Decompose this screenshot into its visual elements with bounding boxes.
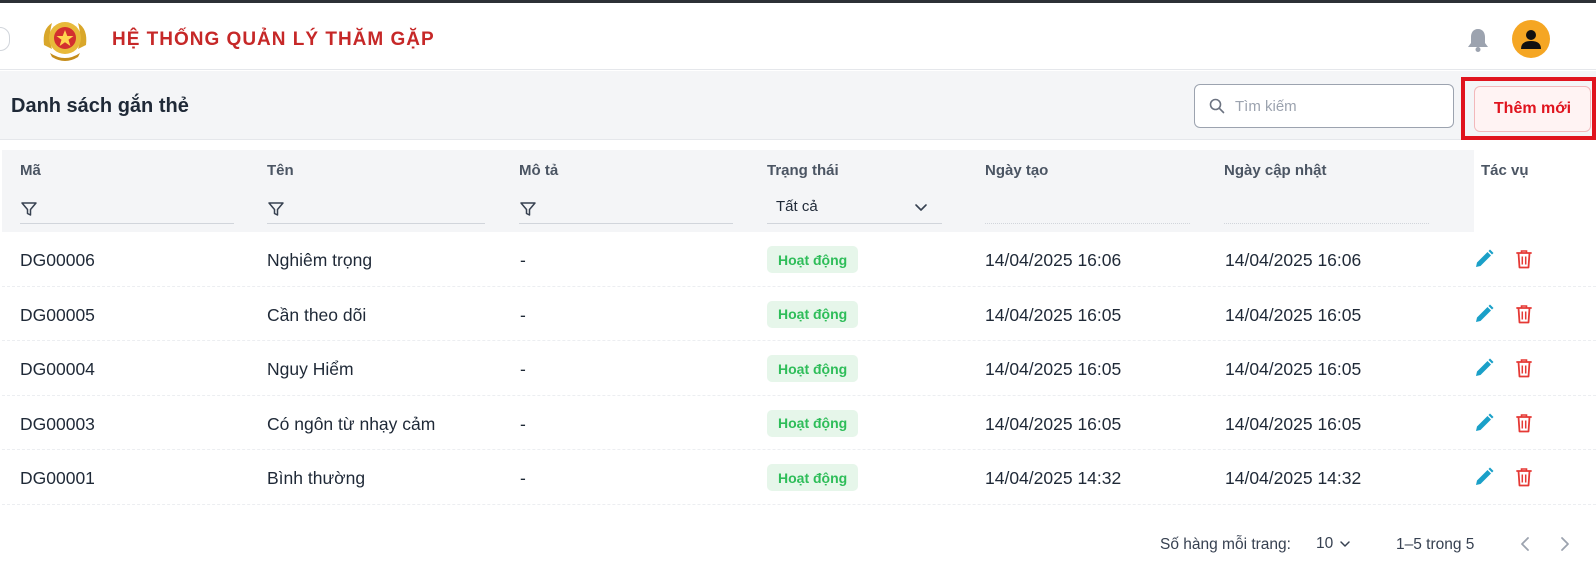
cell-updated: 14/04/2025 16:05 [1225,304,1362,325]
user-icon [1521,30,1541,49]
table-header: Mã Tên Mô tả Trạng thái Ngày tạo Ngày cậ… [2,150,1474,232]
table-row[interactable]: DG00005 Cần theo dõi - Hoạt động 14/04/2025 … [2,287,1596,342]
table-row[interactable]: DG00006 Nghiêm trọng - Hoạt động 14/04/2025 … [2,232,1596,287]
rows-per-page-value: 10 [1316,535,1334,552]
status-filter-value: Tất cả [776,198,818,215]
page-title: Danh sách gắn thẻ [11,95,189,117]
table-body: DG00006 Nghiêm trọng - Hoạt động 14/04/2025 … [2,232,1596,505]
table-row[interactable]: DG00003 Có ngôn từ nhạy cảm - Hoạt động 14/0… [2,396,1596,451]
cell-name: Nghiêm trọng [267,250,373,270]
column-header-created[interactable]: Ngày tạo [985,162,1048,179]
trash-icon[interactable] [1513,303,1535,325]
pencil-icon[interactable] [1473,303,1495,325]
pencil-icon[interactable] [1473,412,1495,434]
cell-created: 14/04/2025 16:06 [985,250,1122,270]
trash-icon[interactable] [1513,357,1535,379]
next-page-button[interactable] [1554,534,1574,554]
cell-description: - [520,250,526,270]
chevron-down-icon [915,203,927,211]
column-header-status[interactable]: Trạng thái [767,162,839,179]
pencil-icon[interactable] [1473,466,1495,488]
table-row[interactable]: DG00001 Bình thường - Hoạt động 14/04/2025 1… [2,450,1596,505]
police-emblem-icon [38,15,92,63]
tag-table: Mã Tên Mô tả Trạng thái Ngày tạo Ngày cậ… [2,150,1596,505]
app-title: HỆ THỐNG QUẢN LÝ THĂM GẶP [112,29,435,50]
chevron-down-icon [1340,541,1350,547]
trash-icon[interactable] [1513,466,1535,488]
column-header-actions: Tác vụ [1481,162,1529,179]
cell-description: - [520,304,526,325]
cell-code: DG00004 [20,359,95,380]
search-input[interactable] [1235,97,1435,115]
cell-code: DG00005 [20,304,95,325]
pagination: Số hàng mỗi trang: 10 1–5 trong 5 [0,518,1596,558]
column-header-description[interactable]: Mô tả [519,162,558,179]
cell-description: - [520,359,526,380]
status-badge: Hoạt động [767,464,859,492]
status-badge: Hoạt động [767,300,859,328]
search-icon [1209,98,1225,114]
cell-created: 14/04/2025 16:05 [985,304,1122,325]
cell-updated: 14/04/2025 16:05 [1225,413,1362,434]
rows-per-page-select[interactable]: 10 [1316,532,1351,556]
cell-updated: 14/04/2025 14:32 [1225,468,1362,489]
cell-created: 14/04/2025 16:05 [985,413,1122,434]
filter-icon [21,201,37,216]
add-new-button[interactable]: Thêm mới [1474,86,1591,132]
cell-updated: 14/04/2025 16:05 [1225,359,1362,380]
table-row[interactable]: DG00004 Nguy Hiểm - Hoạt động 14/04/2025 16:… [2,341,1596,396]
actions-header-cell: Tác vụ [1474,150,1596,232]
sidebar-toggle[interactable] [0,27,10,51]
cell-description: - [520,468,526,489]
search-field[interactable] [1194,84,1454,128]
previous-page-button[interactable] [1516,534,1536,554]
filter-icon [520,201,536,216]
pagination-range: 1–5 trong 5 [1396,536,1475,553]
status-filter-select[interactable]: Tất cả [767,190,942,224]
name-filter[interactable] [267,194,485,224]
page-toolbar: Danh sách gắn thẻ Thêm mới [0,71,1596,140]
trash-icon[interactable] [1513,248,1535,270]
cell-name: Nguy Hiểm [267,359,354,380]
chevron-left-icon [1521,537,1529,551]
cell-code: DG00003 [20,413,95,434]
cell-description: - [520,413,526,434]
column-header-code[interactable]: Mã [20,162,41,179]
code-filter[interactable] [20,194,234,224]
user-avatar[interactable] [1512,20,1550,58]
cell-code: DG00001 [20,468,95,489]
cell-name: Bình thường [267,468,366,489]
cell-created: 14/04/2025 14:32 [985,468,1122,489]
column-header-updated[interactable]: Ngày cập nhật [1224,162,1327,179]
description-filter[interactable] [519,194,733,224]
status-badge: Hoạt động [767,355,859,383]
updated-filter[interactable] [1224,194,1429,224]
pencil-icon[interactable] [1473,248,1495,270]
status-badge: Hoạt động [767,409,859,437]
cell-created: 14/04/2025 16:05 [985,359,1122,380]
trash-icon[interactable] [1513,412,1535,434]
rows-per-page-label: Số hàng mỗi trang: [1160,536,1291,553]
created-filter[interactable] [985,194,1190,224]
cell-name: Cần theo dõi [267,304,367,325]
bell-icon[interactable] [1466,27,1490,53]
cell-updated: 14/04/2025 16:06 [1225,250,1362,270]
cell-code: DG00006 [20,250,95,270]
status-badge: Hoạt động [767,246,859,273]
chevron-right-icon [1561,537,1569,551]
cell-name: Có ngôn từ nhạy cảm [267,413,436,434]
pencil-icon[interactable] [1473,357,1495,379]
add-button-highlight: Thêm mới [1461,77,1596,140]
filter-icon [268,201,284,216]
column-header-name[interactable]: Tên [267,162,294,179]
app-header: HỆ THỐNG QUẢN LÝ THĂM GẶP [0,3,1596,70]
